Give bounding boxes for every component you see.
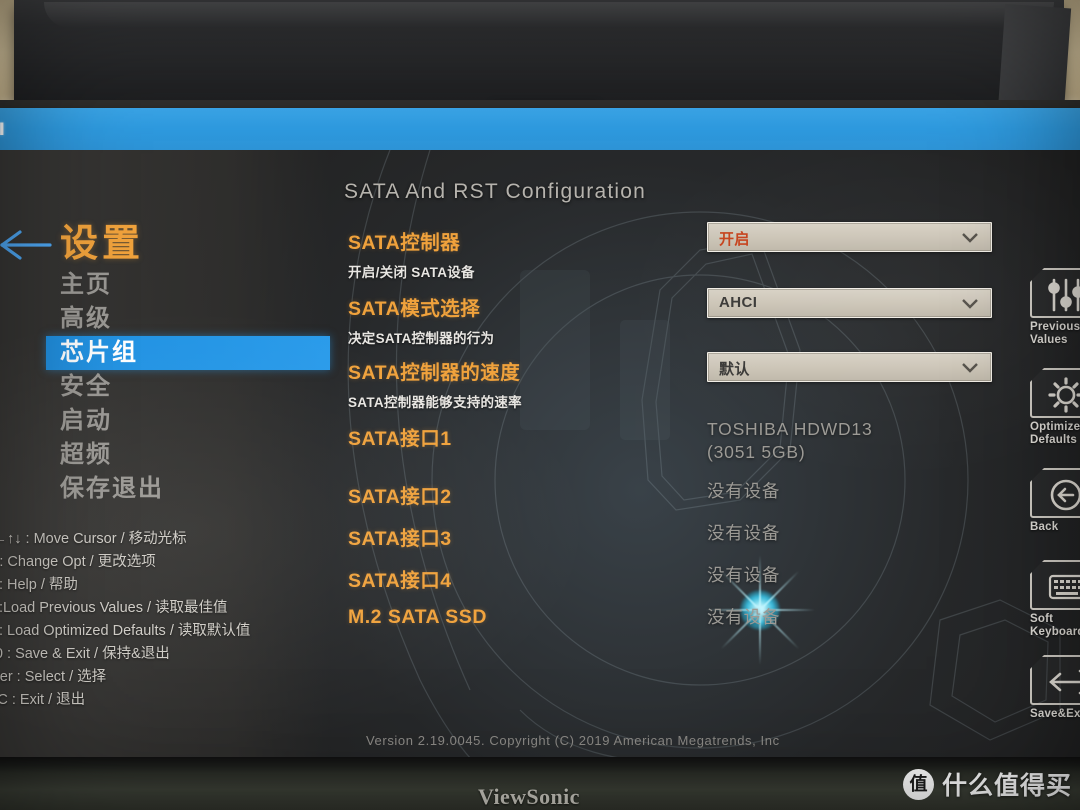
port-row-sata4[interactable]: SATA接口4 (348, 564, 718, 593)
port-label: SATA接口2 (348, 486, 452, 508)
sidebar-item-overclock[interactable]: 超频 (46, 438, 330, 472)
option-label: SATA控制器的速度 (348, 362, 521, 384)
viewsonic-logo: ViewSonic (478, 784, 580, 809)
monitor-photo: III (0, 0, 1080, 810)
button-label: Back (1030, 521, 1059, 533)
right-action-rail: Previous Values Optimized Defaults (1020, 150, 1080, 765)
dropdown-sata-mode[interactable]: AHCI (707, 288, 992, 318)
previous-values-button[interactable]: Previous Values (1030, 268, 1080, 347)
help-key-defaults: F9 : Load Optimized Defaults / 读取默认值 (0, 623, 251, 639)
page-title: 设置 (60, 223, 145, 265)
save-exit-button[interactable]: Save&Exit (1030, 655, 1080, 721)
brand-logo-icon: III (0, 120, 5, 140)
help-key-exit: ESC : Exit / 退出 (0, 692, 86, 708)
port-value-sata3: 没有设备 (707, 523, 781, 543)
help-key-change: +/- : Change Opt / 更改选项 (0, 554, 156, 570)
port-row-sata2[interactable]: SATA接口2 (348, 480, 718, 509)
bios-body: 设置 主页 高级 芯片组 安全 启动 超频 保存退出 →←↑↓ : Move C… (0, 150, 1080, 765)
port-label: M.2 SATA SSD (348, 606, 487, 628)
port-row-sata1[interactable]: SATA接口1 (348, 422, 718, 451)
option-label: SATA控制器 (348, 232, 461, 254)
watermark-text: 什么值得买 (941, 772, 1072, 800)
help-key-help: F1 : Help / 帮助 (0, 577, 78, 593)
port-value-sata1: TOSHIBA HDWD13 (3051 5GB) (707, 419, 873, 462)
back-arrow-icon[interactable] (0, 228, 54, 262)
button-label: Optimized Defaults (1030, 421, 1080, 446)
watermark: 值 什么值得买 (902, 766, 1072, 802)
port-label: SATA接口1 (348, 428, 452, 450)
dropdown-value: 默认 (719, 361, 750, 378)
dropdown-value: AHCI (719, 294, 758, 311)
port-value-sata2: 没有设备 (707, 481, 781, 501)
sidebar-nav: 主页 高级 芯片组 安全 启动 超频 保存退出 (46, 268, 330, 506)
sidebar-item-chipset[interactable]: 芯片组 (46, 336, 330, 370)
sidebar-item-save-exit[interactable]: 保存退出 (46, 472, 330, 506)
help-key-previous: F7 :Load Previous Values / 读取最佳值 (0, 600, 228, 616)
bios-version-footer: Version 2.19.0045. Copyright (C) 2019 Am… (366, 733, 780, 748)
section-header: SATA And RST Configuration (344, 180, 647, 203)
light-bar-highlight (44, 2, 1054, 28)
option-row-sata-controller: SATA控制器 开启/关闭 SATA设备 (348, 226, 718, 281)
bios-screen: III (0, 100, 1080, 765)
option-description: 决定SATA控制器的行为 (348, 331, 495, 346)
help-key-move: →←↑↓ : Move Cursor / 移动光标 (0, 531, 187, 547)
sliders-icon (1030, 268, 1080, 318)
port-value-sata4: 没有设备 (707, 565, 781, 585)
sidebar-item-home[interactable]: 主页 (46, 268, 330, 302)
option-row-sata-speed: SATA控制器的速度 SATA控制器能够支持的速率 (348, 356, 718, 411)
exit-arrow-icon (1030, 655, 1080, 705)
optimized-defaults-button[interactable]: Optimized Defaults (1030, 368, 1080, 447)
back-circle-icon (1030, 468, 1080, 518)
help-key-save-exit: F10 : Save & Exit / 保持&退出 (0, 646, 170, 662)
sidebar-item-advanced[interactable]: 高级 (46, 302, 330, 336)
port-value-m2-ssd: 没有设备 (707, 607, 781, 627)
button-label: Soft Keyboard (1030, 613, 1080, 638)
sidebar-item-boot[interactable]: 启动 (46, 404, 330, 438)
button-label: Previous Values (1030, 321, 1080, 346)
chevron-down-icon (962, 233, 978, 243)
option-row-sata-mode: SATA模式选择 决定SATA控制器的行为 (348, 292, 718, 347)
help-key-select: Enter : Select / 选择 (0, 669, 107, 685)
help-key-list: →←↑↓ : Move Cursor / 移动光标 +/- : Change O… (0, 528, 318, 712)
dropdown-sata-speed[interactable]: 默认 (707, 352, 992, 382)
soft-keyboard-button[interactable]: Soft Keyboard (1030, 560, 1080, 639)
back-button[interactable]: Back (1030, 468, 1080, 534)
port-row-m2-ssd[interactable]: M.2 SATA SSD (348, 606, 718, 629)
button-label: Save&Exit (1030, 708, 1080, 720)
chevron-down-icon (962, 363, 978, 373)
watermark-badge-icon: 值 (902, 768, 934, 800)
chevron-down-icon (962, 299, 978, 309)
main-content: SATA And RST Configuration SATA控制器 开启/关闭… (330, 150, 1030, 765)
dropdown-sata-controller[interactable]: 开启 (707, 222, 992, 252)
bios-top-bar: III (0, 108, 1080, 150)
gear-icon (1030, 368, 1080, 418)
dropdown-value: 开启 (719, 231, 750, 248)
keyboard-icon (1030, 560, 1080, 610)
option-description: 开启/关闭 SATA设备 (348, 265, 475, 280)
option-label: SATA模式选择 (348, 298, 481, 320)
left-sidebar: 设置 主页 高级 芯片组 安全 启动 超频 保存退出 →←↑↓ : Move C… (0, 150, 330, 765)
port-row-sata3[interactable]: SATA接口3 (348, 522, 718, 551)
port-label: SATA接口4 (348, 570, 452, 592)
port-label: SATA接口3 (348, 528, 452, 550)
sidebar-item-security[interactable]: 安全 (46, 370, 330, 404)
option-description: SATA控制器能够支持的速率 (348, 395, 522, 410)
